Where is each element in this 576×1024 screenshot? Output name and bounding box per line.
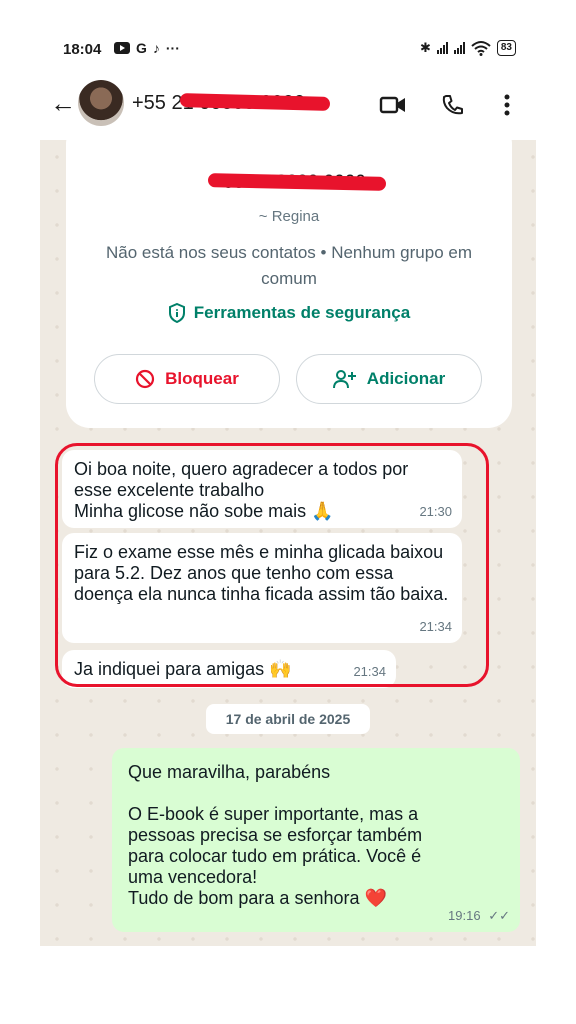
message-line: O E-book é super importante, mas a bbox=[128, 804, 419, 824]
tiktok-icon: ♪ bbox=[152, 40, 160, 56]
chat-header: ← +55 21 00000 0000 bbox=[40, 78, 535, 134]
outgoing-message-bubble[interactable]: Que maravilha, parabéns O E-book é super… bbox=[112, 748, 520, 932]
date-separator: 17 de abril de 2025 bbox=[206, 704, 370, 734]
contact-alias: ~ Regina bbox=[258, 208, 320, 225]
more-notifications-icon: ··· bbox=[165, 40, 180, 56]
message-time: 19:16 bbox=[448, 908, 481, 923]
message-line: pessoas precisa se esforçar também bbox=[128, 825, 423, 845]
read-ticks-icon: ✓✓ bbox=[488, 908, 510, 923]
block-button[interactable]: Bloquear bbox=[94, 354, 280, 404]
whatsapp-chat-screen: 18:04 G ♪ ··· ✱ 83 ← +55 21 00000 0000 bbox=[0, 0, 576, 1024]
battery-icon: 83 bbox=[496, 40, 516, 56]
add-contact-button[interactable]: Adicionar bbox=[296, 354, 482, 404]
message-line: uma vencedora! bbox=[128, 867, 258, 887]
safety-tools-link[interactable]: Ferramentas de segurança bbox=[66, 303, 512, 323]
back-arrow-icon[interactable]: ← bbox=[50, 90, 76, 116]
highlight-annotation bbox=[55, 443, 489, 687]
status-time: 18:04 bbox=[63, 41, 102, 58]
notification-icons: G ♪ ··· bbox=[114, 40, 180, 56]
phone-call-icon[interactable] bbox=[438, 90, 468, 120]
avatar[interactable] bbox=[78, 80, 124, 126]
video-call-icon[interactable] bbox=[378, 90, 408, 120]
bluetooth-icon: ✱ bbox=[419, 40, 431, 55]
youtube-icon bbox=[114, 42, 130, 54]
message-line: para colocar tudo em prática. Você é bbox=[128, 846, 422, 866]
safety-tools-label: Ferramentas de segurança bbox=[193, 303, 411, 322]
add-label: Adicionar bbox=[366, 369, 446, 388]
block-label: Bloquear bbox=[165, 369, 239, 388]
contact-info-card: +55 21 0000 0000 ~ Regina Não está nos s… bbox=[66, 140, 512, 428]
block-icon bbox=[136, 369, 155, 389]
google-icon: G bbox=[136, 40, 147, 56]
message-time-status: 19:16 ✓✓ bbox=[448, 905, 510, 926]
system-icons: ✱ 83 bbox=[420, 40, 516, 56]
shield-icon bbox=[168, 303, 185, 323]
signal-icon-2 bbox=[453, 42, 465, 54]
contact-notice: Não está nos seus contatos • Nenhum grup… bbox=[106, 243, 472, 288]
menu-dots-icon[interactable] bbox=[492, 90, 522, 120]
wifi-icon bbox=[471, 41, 491, 56]
message-line bbox=[128, 783, 504, 804]
add-person-icon bbox=[332, 370, 356, 389]
signal-icon-1 bbox=[436, 42, 448, 54]
message-line: Que maravilha, parabéns bbox=[128, 762, 331, 782]
